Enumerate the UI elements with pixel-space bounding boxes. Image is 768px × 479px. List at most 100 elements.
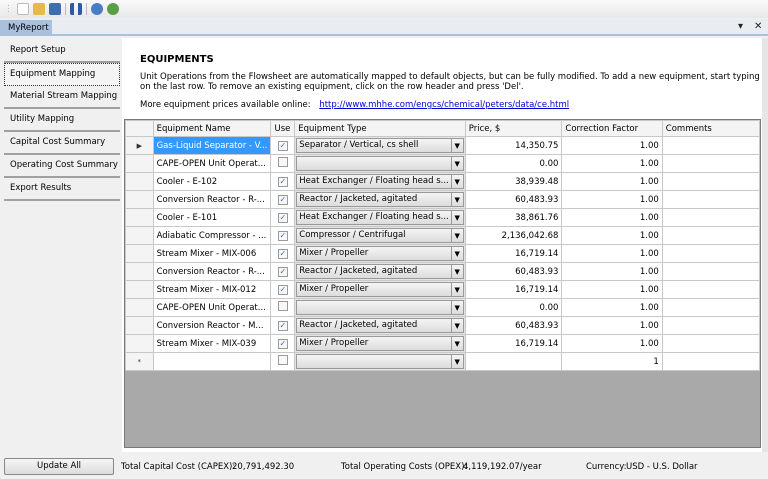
use-checkbox[interactable]: ✓	[277, 212, 288, 223]
col-equipment-type[interactable]: Equipment Type	[294, 120, 466, 137]
correction-factor-cell[interactable]: 1.00	[561, 244, 663, 263]
chevron-down-icon[interactable]: ▼	[450, 193, 463, 206]
equipment-type-dropdown[interactable]: Reactor / Jacketed, agitated ▼	[296, 192, 464, 207]
comments-cell[interactable]	[661, 226, 761, 245]
correction-factor-cell[interactable]: 1.00	[561, 262, 663, 281]
price-cell[interactable]: 60,483.93	[464, 190, 563, 209]
comments-cell[interactable]	[661, 172, 761, 191]
row-header[interactable]: *	[125, 352, 154, 371]
price-cell[interactable]: 16,719.14	[464, 244, 563, 263]
equipment-type-dropdown[interactable]: Separator / Vertical, cs shell ▼	[296, 138, 464, 153]
equipment-name-cell[interactable]: Gas-Liquid Separator - V...	[152, 136, 272, 155]
sidebar-item-report-setup[interactable]: Report Setup	[4, 40, 120, 63]
pause-icon[interactable]	[69, 3, 82, 15]
chevron-down-icon[interactable]: ▼	[450, 301, 463, 314]
price-cell[interactable]: 0.00	[464, 154, 563, 173]
correction-factor-cell[interactable]: 1.00	[561, 208, 663, 227]
sidebar-item-operating-cost-summary[interactable]: Operating Cost Summary	[4, 155, 120, 178]
tab-menu-icon[interactable]: ▾	[738, 21, 743, 32]
chevron-down-icon[interactable]: ▼	[450, 229, 463, 242]
equipment-type-dropdown[interactable]: ▼	[296, 300, 464, 315]
chevron-down-icon[interactable]: ▼	[450, 247, 463, 260]
chevron-down-icon[interactable]: ▼	[450, 337, 463, 350]
row-header[interactable]	[125, 298, 154, 317]
equipment-name-cell[interactable]: Adiabatic Compressor - ...	[152, 226, 272, 245]
price-cell[interactable]: 0.00	[464, 298, 563, 317]
new-file-icon[interactable]	[16, 3, 29, 15]
row-header[interactable]	[125, 208, 154, 227]
use-checkbox[interactable]: ✓	[277, 248, 288, 259]
correction-factor-cell[interactable]: 1.00	[561, 334, 663, 353]
equipment-type-dropdown[interactable]: ▼	[296, 156, 464, 171]
correction-factor-cell[interactable]: 1	[561, 352, 663, 371]
chevron-down-icon[interactable]: ▼	[450, 319, 463, 332]
use-checkbox[interactable]: ✓	[277, 140, 288, 151]
price-cell[interactable]: 60,483.93	[464, 316, 563, 335]
correction-factor-cell[interactable]: 1.00	[561, 136, 663, 155]
sidebar-item-export-results[interactable]: Export Results	[4, 178, 120, 201]
correction-factor-cell[interactable]: 1.00	[561, 226, 663, 245]
sidebar-item-material-stream-mapping[interactable]: Material Stream Mapping	[4, 86, 120, 109]
equipment-name-cell[interactable]: Stream Mixer - MIX-012	[152, 280, 272, 299]
use-checkbox[interactable]: ✓	[277, 194, 288, 205]
comments-cell[interactable]	[661, 136, 761, 155]
chevron-down-icon[interactable]: ▼	[450, 211, 463, 224]
use-checkbox[interactable]: ✓	[277, 230, 288, 241]
comments-cell[interactable]	[661, 280, 761, 299]
close-icon[interactable]: ✕	[754, 21, 762, 32]
row-header[interactable]	[125, 226, 154, 245]
equipment-name-cell[interactable]	[152, 352, 272, 371]
equipment-type-dropdown[interactable]: Compressor / Centrifugal ▼	[296, 228, 464, 243]
row-header[interactable]	[125, 244, 154, 263]
use-checkbox[interactable]: ✓	[277, 338, 288, 349]
use-checkbox[interactable]	[277, 355, 288, 365]
use-checkbox[interactable]: ✓	[277, 176, 288, 187]
sidebar-item-utility-mapping[interactable]: Utility Mapping	[4, 109, 120, 132]
comments-cell[interactable]	[661, 352, 761, 371]
globe-icon[interactable]	[106, 3, 119, 15]
comments-cell[interactable]	[661, 244, 761, 263]
sidebar-item-equipment-mapping[interactable]: Equipment Mapping	[4, 63, 120, 86]
comments-cell[interactable]	[661, 334, 761, 353]
correction-factor-cell[interactable]: 1.00	[561, 298, 663, 317]
correction-factor-cell[interactable]: 1.00	[561, 190, 663, 209]
price-cell[interactable]: 2,136,042.68	[464, 226, 563, 245]
price-cell[interactable]	[464, 352, 563, 371]
use-checkbox[interactable]	[277, 157, 288, 167]
chevron-down-icon[interactable]: ▼	[450, 355, 463, 368]
chevron-down-icon[interactable]: ▼	[450, 157, 463, 170]
prices-link[interactable]: http://www.mhhe.com/engcs/chemical/peter…	[319, 100, 569, 110]
row-header[interactable]: ▶	[125, 136, 154, 155]
correction-factor-cell[interactable]: 1.00	[561, 316, 663, 335]
comments-cell[interactable]	[661, 316, 761, 335]
use-checkbox[interactable]: ✓	[277, 320, 288, 331]
equipment-grid[interactable]: Equipment Name Use Equipment Type Price,…	[124, 119, 761, 448]
equipment-name-cell[interactable]: Cooler - E-102	[152, 172, 272, 191]
price-cell[interactable]: 16,719.14	[464, 334, 563, 353]
help-icon[interactable]	[90, 3, 103, 15]
equipment-type-dropdown[interactable]: ▼	[296, 354, 464, 369]
chevron-down-icon[interactable]: ▼	[450, 265, 463, 278]
row-header[interactable]	[125, 280, 154, 299]
price-cell[interactable]: 14,350.75	[464, 136, 563, 155]
chevron-down-icon[interactable]: ▼	[450, 283, 463, 296]
equipment-name-cell[interactable]: Conversion Reactor - R-...	[152, 262, 272, 281]
use-checkbox[interactable]: ✓	[277, 266, 288, 277]
equipment-type-dropdown[interactable]: Heat Exchanger / Floating head s... ▼	[296, 210, 464, 225]
price-cell[interactable]: 38,861.76	[464, 208, 563, 227]
equipment-type-dropdown[interactable]: Mixer / Propeller ▼	[296, 336, 464, 351]
use-checkbox[interactable]	[277, 301, 288, 311]
save-icon[interactable]	[48, 3, 61, 15]
comments-cell[interactable]	[661, 154, 761, 173]
comments-cell[interactable]	[661, 208, 761, 227]
equipment-name-cell[interactable]: Stream Mixer - MIX-006	[152, 244, 272, 263]
comments-cell[interactable]	[661, 298, 761, 317]
equipment-name-cell[interactable]: CAPE-OPEN Unit Operat...	[152, 298, 272, 317]
chevron-down-icon[interactable]: ▼	[450, 139, 463, 152]
col-equipment-name[interactable]: Equipment Name	[152, 120, 272, 137]
correction-factor-cell[interactable]: 1.00	[561, 280, 663, 299]
equipment-type-dropdown[interactable]: Reactor / Jacketed, agitated ▼	[296, 318, 464, 333]
equipment-name-cell[interactable]: Cooler - E-101	[152, 208, 272, 227]
use-checkbox[interactable]: ✓	[277, 284, 288, 295]
price-cell[interactable]: 38,939.48	[464, 172, 563, 191]
